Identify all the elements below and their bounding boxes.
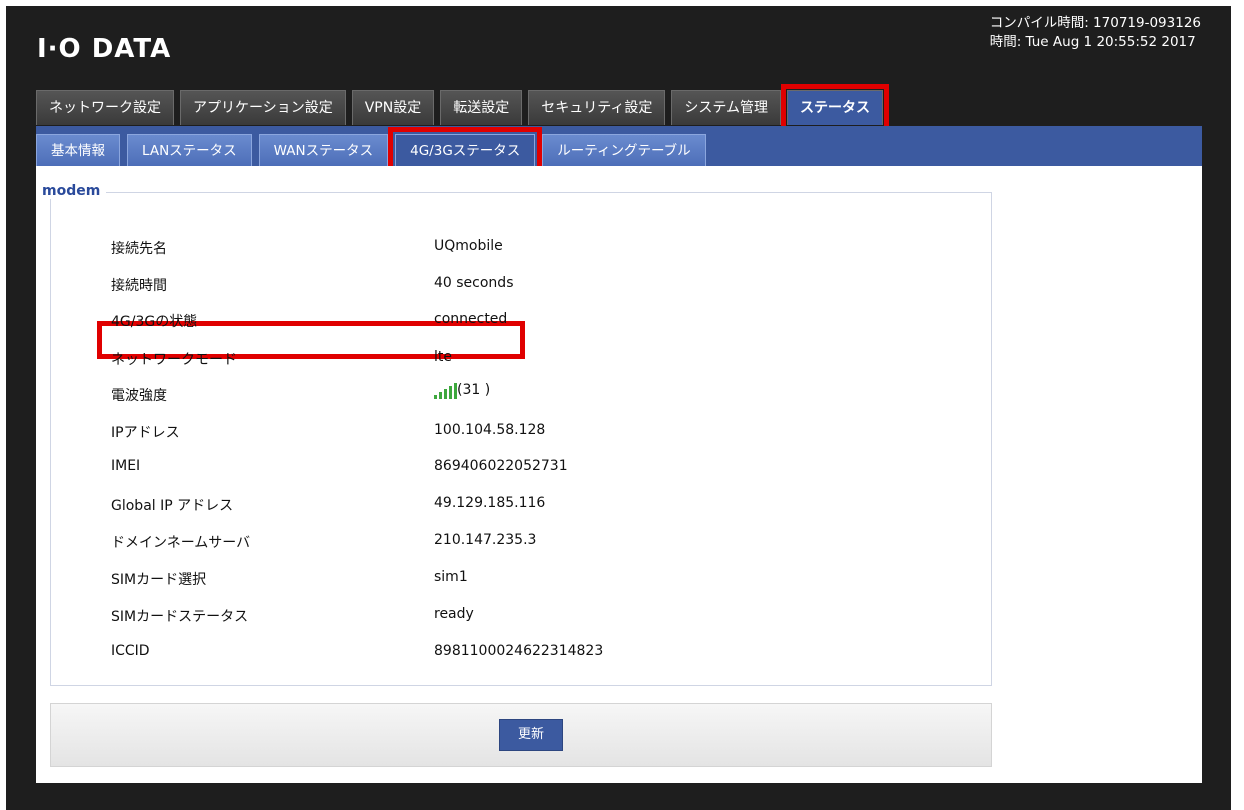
- content-panel: 接続先名 UQmobile 接続時間 40 seconds 4G/3Gの状態 c…: [36, 166, 1202, 783]
- row-value-network-mode: lte: [434, 349, 452, 365]
- action-bar: 更新: [50, 703, 992, 767]
- signal-value: (31 ): [457, 382, 491, 398]
- row-label-connected-time: 接続時間: [111, 278, 167, 294]
- subtab-wan-status[interactable]: WANステータス: [258, 134, 389, 166]
- row-label-network-mode: ネットワークモード: [111, 352, 237, 368]
- row-value-global-ip: 49.129.185.116: [434, 495, 546, 511]
- row-label-apn: 接続先名: [111, 241, 167, 257]
- logo: I·O DATA: [37, 34, 172, 64]
- row-label-sim-select: SIMカード選択: [111, 572, 207, 588]
- subtab-4g3g-status[interactable]: 4G/3Gステータス: [388, 127, 543, 173]
- row-label-ip: IPアドレス: [111, 425, 180, 441]
- compile-info: コンパイル時間: 170719-093126 時間: Tue Aug 1 20:…: [990, 14, 1201, 52]
- tab-application[interactable]: アプリケーション設定: [180, 90, 346, 125]
- row-value-iccid: 8981100024622314823: [434, 643, 604, 659]
- row-value-4g3g-state: connected: [434, 311, 508, 327]
- modem-fieldset: 接続先名 UQmobile 接続時間 40 seconds 4G/3Gの状態 c…: [50, 192, 992, 686]
- compile-time: コンパイル時間: 170719-093126: [989, 15, 1201, 31]
- modem-legend: modem: [42, 183, 107, 199]
- row-value-sim-status: ready: [434, 606, 474, 622]
- row-value-imei: 869406022052731: [434, 458, 568, 474]
- signal-strength-icon: [434, 381, 457, 399]
- subtab-basic-info[interactable]: 基本情報: [36, 134, 120, 166]
- row-label-iccid: ICCID: [111, 643, 150, 659]
- row-label-sim-status: SIMカードステータス: [111, 609, 249, 625]
- row-label-dns: ドメインネームサーバ: [111, 535, 251, 551]
- row-value-dns: 210.147.235.3: [434, 532, 537, 548]
- tab-network[interactable]: ネットワーク設定: [36, 90, 174, 125]
- refresh-button[interactable]: 更新: [499, 719, 563, 751]
- tab-status[interactable]: ステータス: [781, 84, 889, 131]
- row-label-imei: IMEI: [111, 458, 141, 474]
- row-value-connected-time: 40 seconds: [434, 275, 514, 291]
- row-value-ip: 100.104.58.128: [434, 422, 546, 438]
- subtab-routing-table[interactable]: ルーティングテーブル: [542, 134, 706, 166]
- row-label-global-ip: Global IP アドレス: [111, 498, 234, 514]
- row-value-apn: UQmobile: [434, 238, 503, 254]
- subtab-lan-status[interactable]: LANステータス: [127, 134, 252, 166]
- row-value-sim-select: sim1: [434, 569, 468, 585]
- app-frame: I·O DATA コンパイル時間: 170719-093126 時間: Tue …: [6, 6, 1231, 810]
- current-time: 時間: Tue Aug 1 20:55:52 2017: [989, 34, 1196, 50]
- sub-tabs: 基本情報 LANステータス WANステータス 4G/3Gステータス ルーティング…: [36, 127, 713, 173]
- tab-forwarding[interactable]: 転送設定: [440, 90, 523, 125]
- tab-vpn[interactable]: VPN設定: [351, 90, 435, 125]
- row-label-4g3g-state: 4G/3Gの状態: [111, 314, 198, 330]
- row-label-signal: 電波強度: [111, 388, 167, 404]
- tab-security[interactable]: セキュリティ設定: [528, 90, 666, 125]
- row-value-signal: (31 ): [434, 381, 490, 399]
- main-tabs: ネットワーク設定 アプリケーション設定 VPN設定 転送設定 セキュリティ設定 …: [36, 84, 889, 131]
- tab-system[interactable]: システム管理: [671, 90, 781, 125]
